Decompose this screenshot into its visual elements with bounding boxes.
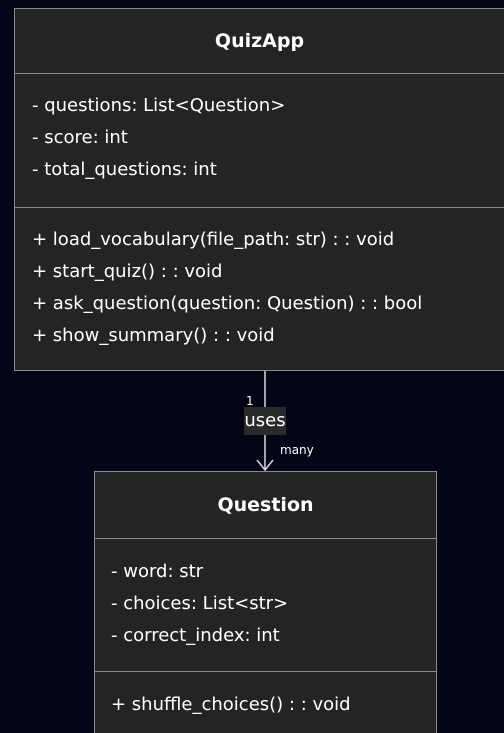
attribute-choices: - choices: List<str> [111, 593, 289, 614]
class-question-attributes: - word: str - choices: List<str> - corre… [95, 538, 436, 671]
class-question: Question - word: str - choices: List<str… [94, 471, 437, 733]
method-shuffle-choices: + shuffle_choices() : : void [111, 694, 351, 715]
class-question-methods: + shuffle_choices() : : void [95, 671, 436, 733]
class-quizapp: QuizApp - questions: List<Question> - sc… [14, 8, 504, 371]
class-quizapp-attributes: - questions: List<Question> - score: int… [15, 73, 504, 207]
attribute-questions: - questions: List<Question> [32, 95, 286, 116]
association-label: uses [244, 407, 286, 435]
target-multiplicity: many [280, 443, 314, 457]
method-start-quiz: + start_quiz() : : void [32, 261, 223, 282]
method-ask-question: + ask_question(question: Question) : : b… [32, 293, 423, 314]
arrowhead-icon [256, 459, 274, 472]
method-load-vocabulary: + load_vocabulary(file_path: str) : : vo… [32, 229, 395, 250]
attribute-word: - word: str [111, 561, 204, 582]
method-show-summary: + show_summary() : : void [32, 325, 275, 346]
attribute-score: - score: int [32, 127, 128, 148]
class-quizapp-methods: + load_vocabulary(file_path: str) : : vo… [15, 207, 504, 371]
attribute-correct-index: - correct_index: int [111, 625, 280, 646]
attribute-total-questions: - total_questions: int [32, 159, 217, 180]
class-quizapp-title: QuizApp [214, 30, 305, 52]
source-multiplicity: 1 [246, 394, 254, 408]
class-question-title: Question [217, 494, 314, 516]
